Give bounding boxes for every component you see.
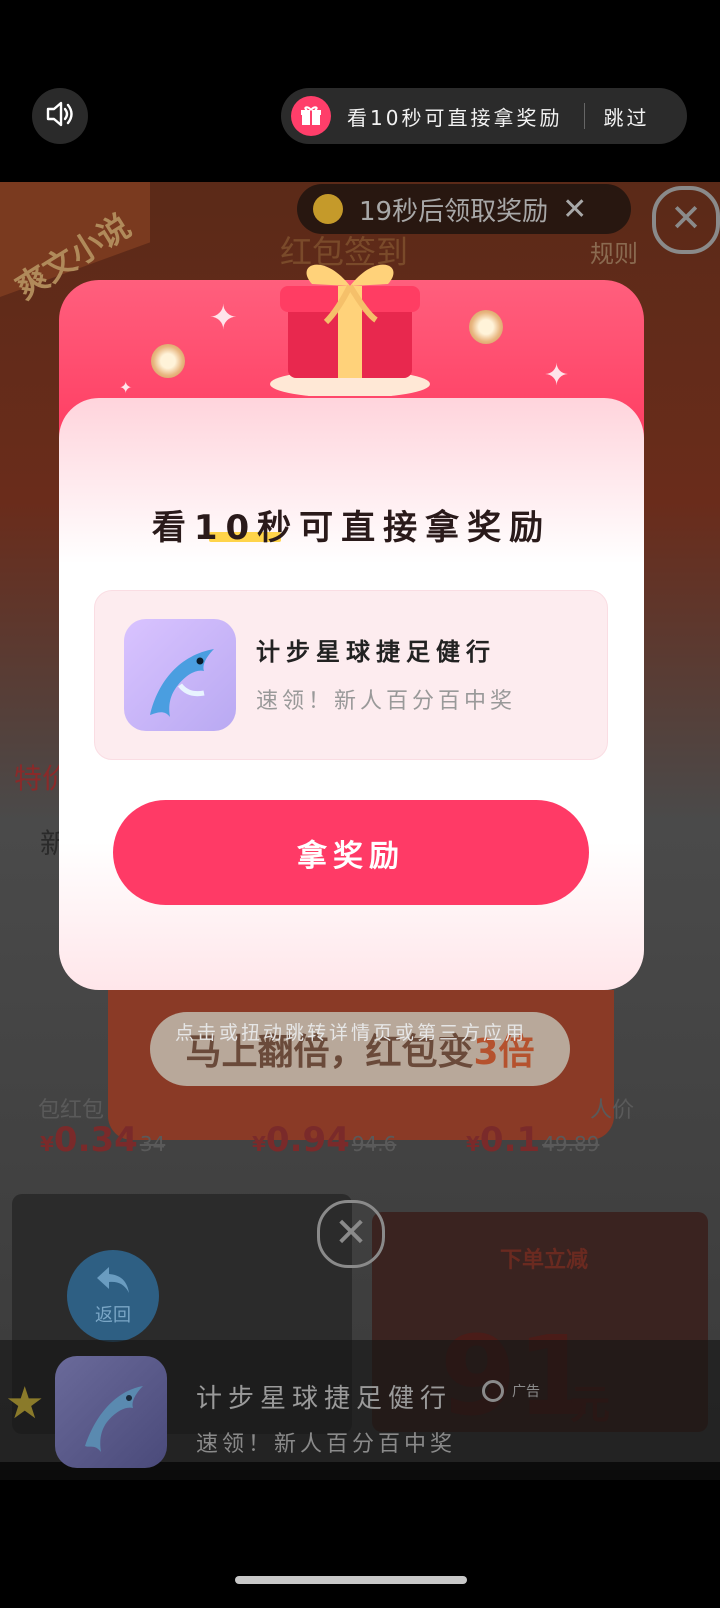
back-arrow-icon <box>93 1265 133 1299</box>
background-close-icon[interactable]: ✕ <box>652 186 720 254</box>
back-label: 返回 <box>95 1305 131 1326</box>
reward-pill: 看10秒可直接拿奖励 跳过 <box>281 88 687 144</box>
product-price: ¥0.1 49.89 <box>466 1120 600 1160</box>
back-button[interactable]: 返回 <box>67 1250 159 1342</box>
gift-box-icon <box>270 246 430 398</box>
coin-icon <box>313 194 343 224</box>
ad-close-icon[interactable]: ✕ <box>317 1200 385 1268</box>
app-name: 计步星球捷足健行 <box>256 638 496 666</box>
app-icon-dolphin[interactable] <box>124 619 236 731</box>
countdown-close-icon[interactable]: ✕ <box>562 192 587 227</box>
redirect-hint: 点击或扭动跳转详情页或第三方应用 <box>174 1022 527 1044</box>
countdown-text: 19秒后领取奖励 <box>359 196 549 227</box>
home-indicator[interactable] <box>235 1576 467 1584</box>
sound-toggle-button[interactable] <box>32 88 88 144</box>
top-bar: 看10秒可直接拿奖励 跳过 <box>0 0 720 180</box>
ad-badge-text: 广告 <box>512 1384 540 1400</box>
star-icon: ★ <box>5 1378 45 1429</box>
sparkle-icon: ✦ <box>544 358 570 393</box>
ad-logo-icon <box>482 1380 504 1402</box>
modal-title: 看10秒可直接拿奖励 <box>151 508 552 548</box>
sparkle-icon: ✦ <box>209 298 238 338</box>
product-price: ¥0.34 34 <box>40 1120 166 1160</box>
countdown-pill: 19秒后领取奖励 ✕ <box>297 184 631 234</box>
speaker-icon <box>45 100 75 132</box>
ad-app-name[interactable]: 计步星球捷足健行 <box>196 1378 452 1415</box>
discount-label: 下单立减 <box>500 1248 589 1273</box>
ad-badge: 广告 <box>482 1380 540 1402</box>
sparkle-icon: ✦ <box>119 378 133 397</box>
skip-button[interactable]: 跳过 <box>603 102 649 131</box>
app-subtitle: 速领！新人百分百中奖 <box>256 689 517 714</box>
reward-text: 看10秒可直接拿奖励 <box>347 105 563 130</box>
coin-icon <box>469 310 503 344</box>
divider <box>584 103 586 129</box>
coin-icon <box>151 344 185 378</box>
product-price: ¥0.94 94.6 <box>252 1120 397 1160</box>
claim-reward-button[interactable]: 拿奖励 <box>113 800 589 905</box>
rules-link[interactable]: 规则 <box>590 234 638 269</box>
app-icon-dolphin[interactable] <box>55 1356 167 1468</box>
ad-app-subtitle: 速领！新人百分百中奖 <box>196 1432 457 1457</box>
gift-icon <box>291 96 331 136</box>
